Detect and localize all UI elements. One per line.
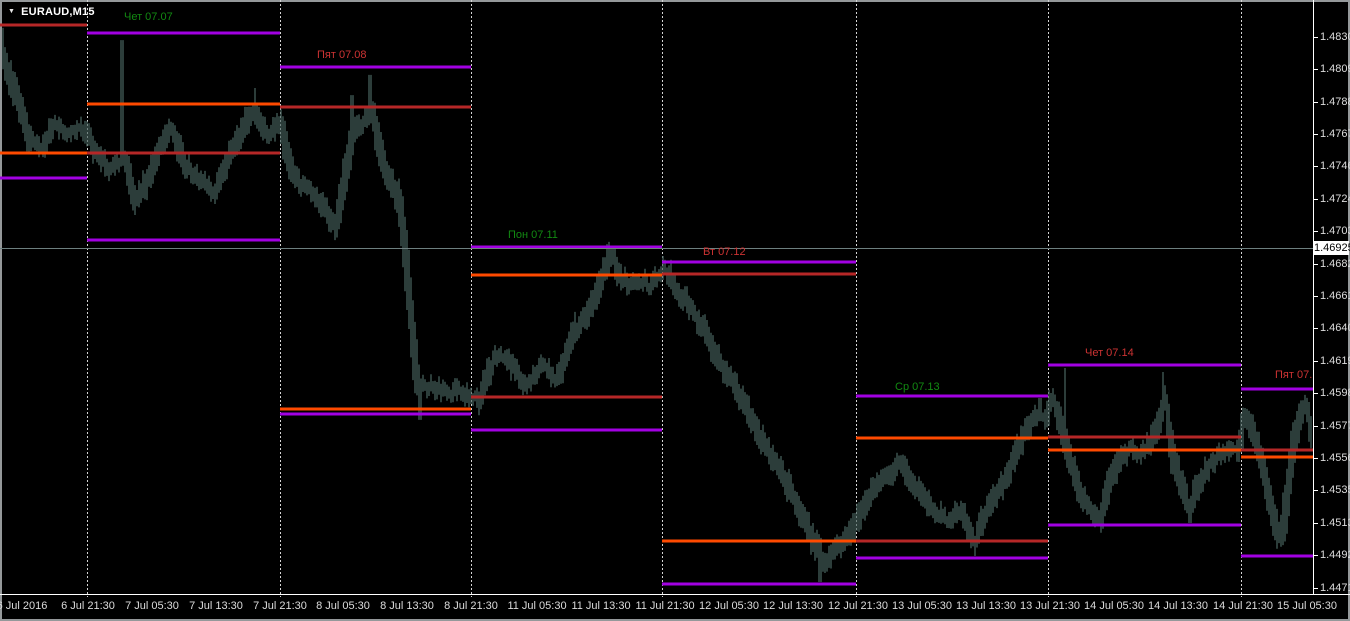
price-axis-label: 1.44715 [1320, 582, 1350, 594]
time-axis-label: 14 Jul 21:30 [1213, 600, 1273, 612]
time-axis-label: 8 Jul 05:30 [316, 600, 370, 612]
time-axis-label: 11 Jul 21:30 [635, 600, 695, 612]
price-axis-label: 1.47245 [1320, 193, 1350, 205]
price-axis-label: 1.45980 [1320, 387, 1350, 399]
time-axis-label: 7 Jul 05:30 [125, 600, 179, 612]
price-axis-label: 1.48090 [1320, 63, 1350, 75]
price-axis-label: 1.46825 [1320, 258, 1350, 270]
price-axis-label: 1.47670 [1320, 128, 1350, 140]
symbol-label: ▼ EURAUD,M15 [8, 6, 95, 18]
price-axis-label: 1.45350 [1320, 484, 1350, 496]
price-axis-label: 1.45135 [1320, 517, 1350, 529]
price-chart-canvas[interactable] [0, 0, 1350, 621]
price-axis-label: 1.47035 [1320, 225, 1350, 237]
time-axis-label: 8 Jul 13:30 [380, 600, 434, 612]
symbol-text: EURAUD,M15 [21, 6, 95, 18]
time-axis-label: 14 Jul 13:30 [1148, 600, 1208, 612]
chart-window: Чет 07.07 Пят 07.08 Пон 07.11 Вт 07.12 Ср 07… [0, 0, 1350, 621]
current-price-box: 1.46925 [1314, 241, 1350, 255]
time-axis-label: 11 Jul 05:30 [507, 600, 567, 612]
price-axis-label: 1.46190 [1320, 355, 1350, 367]
time-axis-label: 6 Jul 21:30 [61, 600, 115, 612]
time-axis-label: 13 Jul 13:30 [956, 600, 1016, 612]
price-bars [2, 27, 1312, 582]
current-price-value: 1.46925 [1314, 242, 1350, 254]
time-axis-label: 6 Jul 2016 [0, 600, 48, 612]
price-axis-label: 1.44925 [1320, 549, 1350, 561]
price-axis-label: 1.47880 [1320, 96, 1350, 108]
time-axis-label: 8 Jul 21:30 [444, 600, 498, 612]
price-axis-label: 1.45770 [1320, 420, 1350, 432]
time-axis-label: 12 Jul 13:30 [763, 600, 823, 612]
price-axis-label: 1.46405 [1320, 322, 1350, 334]
time-axis-label: 13 Jul 05:30 [892, 600, 952, 612]
time-axis-label: 14 Jul 05:30 [1084, 600, 1144, 612]
time-axis-label: 7 Jul 21:30 [253, 600, 307, 612]
time-axis-label: 12 Jul 05:30 [699, 600, 759, 612]
time-axis-label: 13 Jul 21:30 [1020, 600, 1080, 612]
time-axis-label: 15 Jul 05:30 [1277, 600, 1337, 612]
day-separator-lines [87, 0, 1242, 597]
time-axis-label: 7 Jul 13:30 [189, 600, 243, 612]
price-axis-label: 1.45560 [1320, 452, 1350, 464]
dropdown-arrow-icon[interactable]: ▼ [8, 8, 15, 15]
time-axis-label: 11 Jul 13:30 [571, 600, 631, 612]
price-axis-label: 1.46615 [1320, 290, 1350, 302]
time-axis-label: 12 Jul 21:30 [828, 600, 888, 612]
price-axis-label: 1.47460 [1320, 160, 1350, 172]
price-axis-label: 1.48300 [1320, 31, 1350, 43]
